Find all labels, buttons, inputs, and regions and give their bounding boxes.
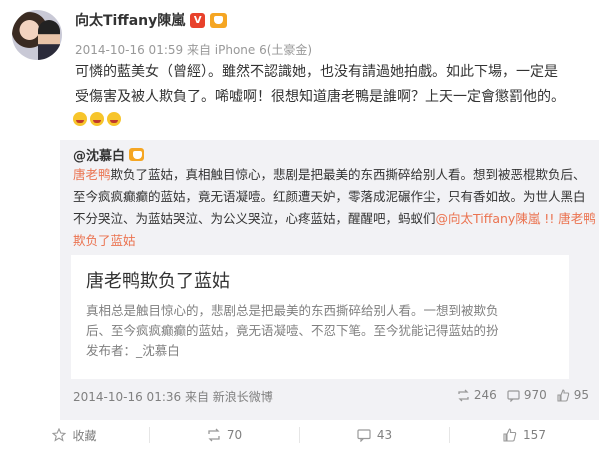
- retweet-time[interactable]: 2014-10-16 01:36 来自 新浪长微博: [73, 388, 273, 405]
- post-meta[interactable]: 2014-10-16 01:59 来自 iPhone 6(土豪金): [75, 41, 312, 58]
- post-text-line: 受傷害及被人欺負了。唏嘘啊！很想知道唐老鴨是誰啊？上天一定會懲罰他的。: [75, 89, 565, 105]
- post-author: 向太Tiffany陳嵐 V: [75, 10, 228, 30]
- card-text-line: 后、至今疯疯癫癫的蓝姑，竟无语凝噎、不忍下笔。至今犹能记得蓝姑的扮: [86, 323, 499, 338]
- mention-link[interactable]: @向太Tiffany陳嵐 !! 唐老鸭: [436, 211, 596, 226]
- crying-face-icon: [73, 112, 87, 126]
- action-bar: 收藏 70 43 157: [0, 420, 599, 450]
- comment-icon: [507, 389, 520, 402]
- thumbs-up-icon: [503, 428, 517, 442]
- like-count: 157: [523, 428, 546, 442]
- crown-icon: [210, 12, 228, 28]
- repost-count: 246: [473, 388, 497, 402]
- card-publisher: 发布者：_沈慕白: [86, 343, 180, 358]
- retweet-text-line: 不分哭泣、为蓝姑哭泣、为公义哭泣，心疼蓝姑，醒醒吧，蚂蚁们@向太Tiffany陳…: [73, 208, 596, 230]
- like-button[interactable]: 157: [450, 428, 599, 442]
- crown-icon: [129, 148, 145, 161]
- author-name[interactable]: 向太Tiffany陳嵐: [75, 10, 185, 30]
- comment-count: 970: [523, 388, 547, 402]
- retweet-like-count[interactable]: 95: [557, 388, 589, 402]
- repost-count: 70: [226, 428, 243, 442]
- avatar[interactable]: [12, 10, 62, 60]
- long-weibo-card[interactable]: 唐老鸭欺负了蓝姑 真相总是触目惊心的，悲剧总是把最美的东西撕碎给别人看。一想到被…: [71, 255, 569, 379]
- retweet-text: 欺负了蓝姑，真相触目惊心，悲剧是把最美的东西撕碎给别人看。想到被恶棍欺负后、: [110, 167, 586, 182]
- verified-icon: V: [190, 12, 206, 28]
- comment-icon: [357, 429, 371, 442]
- retweet-block: @沈慕白 唐老鸭欺负了蓝姑，真相触目惊心，悲剧是把最美的东西撕碎给别人看。想到被…: [60, 140, 599, 420]
- retweet-stats: 246 970 95: [457, 388, 589, 402]
- favorite-button[interactable]: 收藏: [0, 427, 149, 444]
- star-icon: [52, 428, 67, 442]
- card-text-line: 真相总是触目惊心的，悲剧总是把最美的东西撕碎给别人看。一想到被欺负: [86, 303, 499, 318]
- emoji-row: [73, 112, 121, 126]
- retweet-text: 不分哭泣、为蓝姑哭泣、为公义哭泣，心疼蓝姑，醒醒吧，蚂蚁们: [73, 211, 436, 226]
- mention-link[interactable]: 欺负了蓝姑: [73, 233, 136, 248]
- weibo-post: 向太Tiffany陳嵐 V 2014-10-16 01:59 来自 iPhone…: [0, 0, 599, 450]
- retweet-text-line: 唐老鸭欺负了蓝姑，真相触目惊心，悲剧是把最美的东西撕碎给别人看。想到被恶棍欺负后…: [73, 164, 593, 186]
- comment-button[interactable]: 43: [300, 428, 449, 442]
- mention-link[interactable]: 唐老鸭: [73, 167, 111, 182]
- retweet-comment-count[interactable]: 970: [507, 388, 547, 402]
- repost-icon: [458, 389, 469, 401]
- retweet-repost-count[interactable]: 246: [457, 388, 497, 402]
- card-title: 唐老鸭欺负了蓝姑: [86, 271, 230, 292]
- retweet-author: @沈慕白: [73, 145, 145, 164]
- retweet-text-line: 至今疯疯癫癫的蓝姑，竟无语凝噎。红颜遭天妒，零落成泥碾作尘，只有香如故。为世人黑…: [73, 189, 586, 204]
- repost-button[interactable]: 70: [150, 428, 299, 442]
- favorite-label: 收藏: [72, 428, 97, 443]
- sad-face-icon: [90, 112, 104, 126]
- crying-face-icon: [107, 112, 121, 126]
- post-text-line: 可憐的藍美女（曾經）。雖然不認識她，也没有請過她拍戲。如此下場，一定是: [75, 64, 558, 80]
- repost-icon: [208, 428, 220, 442]
- retweet-text-line: 欺负了蓝姑: [73, 230, 593, 252]
- comment-count: 43: [376, 428, 393, 442]
- like-count: 95: [573, 388, 589, 402]
- thumbs-up-icon: [557, 388, 569, 402]
- retweet-author-name[interactable]: @沈慕白: [73, 145, 125, 164]
